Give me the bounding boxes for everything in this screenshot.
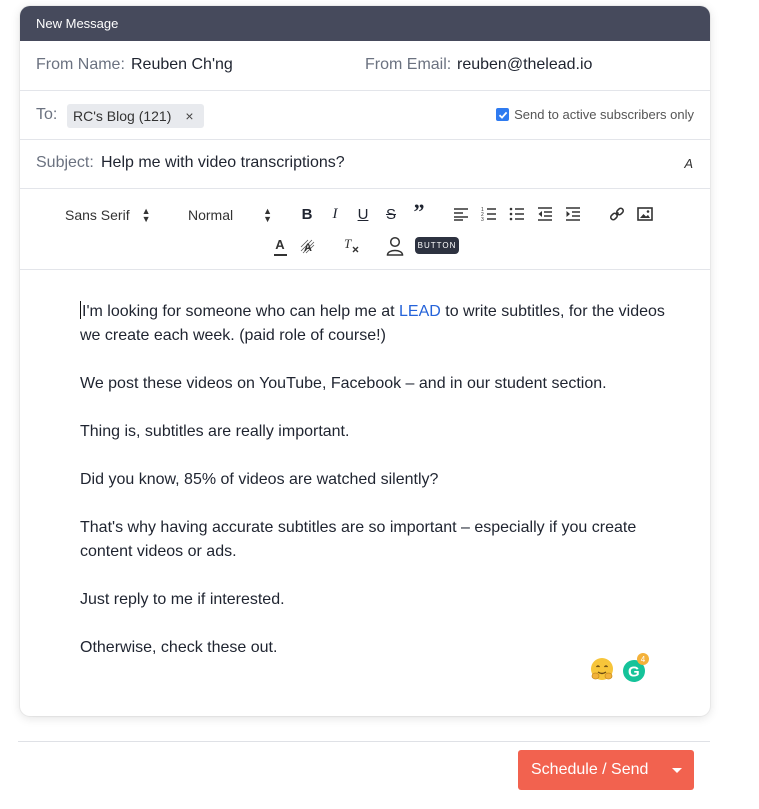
- select-arrows-icon: ▲ ▼: [263, 206, 273, 224]
- body-text-span: I'm looking for someone who can help me …: [82, 303, 399, 320]
- ordered-list-icon[interactable]: 123: [480, 205, 498, 223]
- emoji-picker-icon[interactable]: [590, 657, 614, 681]
- bold-icon[interactable]: B: [298, 205, 316, 223]
- recipient-chip[interactable]: RC's Blog (121) ×: [67, 104, 204, 128]
- from-email-label: From Email:: [365, 56, 452, 73]
- from-email-field[interactable]: reuben@thelead.io: [457, 56, 592, 74]
- svg-text:A: A: [304, 242, 312, 254]
- font-family-select[interactable]: Sans Serif ▲ ▼: [65, 205, 151, 225]
- from-name-label: From Name:: [36, 56, 125, 73]
- subject-label: Subject:: [36, 154, 94, 171]
- outdent-icon[interactable]: [536, 205, 554, 223]
- schedule-send-button[interactable]: Schedule / Send: [518, 750, 694, 790]
- chip-remove-icon[interactable]: ×: [185, 108, 193, 124]
- compose-window: New Message From Name: Reuben Ch'ng From…: [20, 6, 710, 716]
- from-row: From Name: Reuben Ch'ng From Email: reub…: [20, 41, 710, 91]
- svg-text:T: T: [344, 237, 352, 251]
- font-family-value: Sans Serif: [65, 207, 130, 223]
- subject-row: Subject: Help me with video transcriptio…: [20, 140, 710, 189]
- blockquote-icon[interactable]: ”: [410, 199, 428, 224]
- footer-divider: [18, 741, 710, 742]
- body-paragraph: Did you know, 85% of videos are watched …: [80, 471, 439, 488]
- window-title: New Message: [20, 6, 710, 41]
- to-label: To:: [36, 106, 58, 123]
- bullet-list-icon[interactable]: [508, 205, 526, 223]
- schedule-send-label: Schedule / Send: [531, 761, 649, 778]
- send-options-dropdown[interactable]: [661, 750, 694, 790]
- to-row: To: RC's Blog (121) × Send to active sub…: [20, 91, 710, 140]
- image-icon[interactable]: [636, 205, 654, 223]
- align-left-icon[interactable]: [452, 205, 470, 223]
- chevron-down-icon: [672, 767, 683, 773]
- person-icon[interactable]: [385, 235, 405, 257]
- subject-format-icon[interactable]: A: [684, 156, 693, 171]
- clear-format-icon[interactable]: T: [342, 235, 360, 255]
- link-icon[interactable]: [608, 205, 626, 223]
- active-subscribers-option[interactable]: Send to active subscribers only: [496, 107, 694, 122]
- indent-icon[interactable]: [564, 205, 582, 223]
- body-paragraph: Otherwise, check these out.: [80, 639, 278, 656]
- strikethrough-icon[interactable]: S: [382, 205, 400, 223]
- body-paragraph: I'm looking for someone who can help me …: [80, 300, 670, 348]
- body-paragraph: That's why having accurate subtitles are…: [80, 519, 637, 560]
- lead-link[interactable]: LEAD: [399, 303, 441, 320]
- body-paragraph: Just reply to me if interested.: [80, 591, 285, 608]
- subject-input[interactable]: Help me with video transcriptions?: [101, 154, 345, 172]
- active-subscribers-checkbox[interactable]: [496, 108, 510, 121]
- message-body[interactable]: I'm looking for someone who can help me …: [80, 300, 670, 684]
- highlight-icon[interactable]: A: [299, 237, 317, 257]
- active-subscribers-label: Send to active subscribers only: [514, 107, 694, 122]
- font-size-value: Normal: [188, 207, 234, 223]
- underline-icon[interactable]: U: [354, 205, 372, 223]
- text-cursor: [80, 301, 81, 319]
- svg-text:G: G: [628, 664, 640, 681]
- recipient-chip-label: RC's Blog (121): [73, 108, 172, 124]
- text-color-icon[interactable]: A: [271, 237, 289, 257]
- svg-text:3: 3: [481, 217, 484, 221]
- body-paragraph: We post these videos on YouTube, Faceboo…: [80, 375, 607, 392]
- from-name-field[interactable]: Reuben Ch'ng: [131, 56, 233, 74]
- grammarly-count-badge: 4: [637, 653, 649, 665]
- body-paragraph: Thing is, subtitles are really important…: [80, 423, 350, 440]
- button-insert-chip[interactable]: BUTTON: [415, 237, 459, 254]
- font-size-select[interactable]: Normal ▲ ▼: [188, 205, 272, 225]
- italic-icon[interactable]: I: [326, 205, 344, 223]
- select-arrows-icon: ▲ ▼: [141, 206, 151, 224]
- editor-toolbar: Sans Serif ▲▼ Normal ▲▼ B I U S ” 123: [20, 189, 710, 270]
